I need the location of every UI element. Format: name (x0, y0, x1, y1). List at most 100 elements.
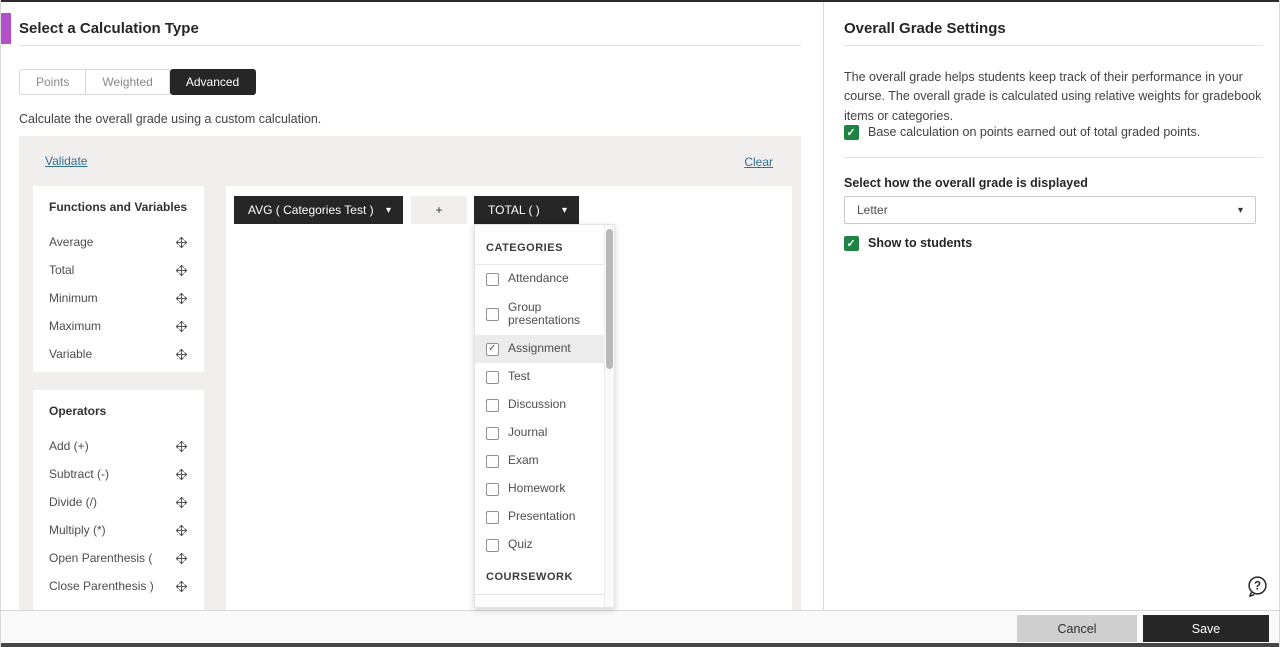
window-top-edge (1, 0, 1279, 2)
option-label: Presentation (508, 509, 576, 524)
operators-panel-title: Operators (49, 404, 107, 418)
select-calculation-type-dialog: Select a Calculation Type Points Weighte… (0, 0, 1280, 647)
checkbox[interactable] (486, 482, 499, 496)
checkbox[interactable] (486, 606, 499, 607)
category-option-journal[interactable]: Journal (475, 419, 605, 447)
checkbox[interactable] (486, 454, 499, 468)
dropdown-section-header-coursework: COURSEWORK (475, 559, 605, 595)
grade-display-select[interactable]: Letter ▾ (844, 196, 1256, 224)
show-to-students-label: Show to students (868, 236, 973, 250)
divider (844, 45, 1263, 46)
option-label: Exam (508, 453, 539, 468)
window-bottom-edge (1, 643, 1279, 647)
category-option-discussion[interactable]: Discussion (475, 391, 605, 419)
move-icon (175, 348, 188, 360)
calculation-description: Calculate the overall grade using a cust… (19, 112, 322, 126)
operator-label: Add (+) (49, 439, 89, 453)
function-label: Average (49, 235, 94, 249)
checkbox[interactable] (486, 272, 499, 286)
function-minimum[interactable]: Minimum (49, 284, 188, 312)
functions-panel-title: Functions and Variables (49, 200, 188, 214)
option-label: Attendance (508, 271, 569, 286)
move-icon (175, 292, 188, 304)
category-option-exam[interactable]: Exam (475, 447, 605, 475)
move-icon (175, 264, 188, 276)
tab-points[interactable]: Points (19, 69, 87, 95)
option-label: Assignment (508, 341, 571, 356)
operator-close-parenthesis[interactable]: Close Parenthesis ) (49, 572, 188, 600)
function-average[interactable]: Average (49, 228, 188, 256)
checkbox[interactable] (486, 538, 499, 552)
operator-label: Close Parenthesis ) (49, 579, 154, 593)
function-label: Minimum (49, 291, 98, 305)
checkbox[interactable] (486, 307, 499, 321)
checkbox-checked[interactable] (844, 236, 859, 251)
overall-grade-settings-title: Overall Grade Settings (844, 20, 1006, 37)
operator-add[interactable]: Add (+) (49, 432, 188, 460)
dropdown-section-header-categories: CATEGORIES (475, 225, 605, 265)
cancel-button[interactable]: Cancel (1017, 615, 1137, 642)
category-option-presentation[interactable]: Presentation (475, 503, 605, 531)
move-icon (175, 236, 188, 248)
dropdown-scrollbar[interactable] (604, 225, 614, 607)
function-variable[interactable]: Variable (49, 340, 188, 368)
function-label: Maximum (49, 319, 102, 333)
base-points-checkbox-row[interactable]: Base calculation on points earned out of… (844, 125, 1264, 140)
clear-link[interactable]: Clear (744, 155, 773, 169)
option-label: Journal (508, 425, 548, 440)
save-button[interactable]: Save (1143, 615, 1269, 642)
function-maximum[interactable]: Maximum (49, 312, 188, 340)
move-icon (175, 320, 188, 332)
checkbox[interactable] (486, 510, 499, 524)
checkbox-checked[interactable] (844, 125, 859, 140)
checkbox[interactable] (486, 370, 499, 384)
option-label: Quiz (508, 537, 533, 552)
category-option-assignment[interactable]: Assignment (475, 335, 605, 363)
move-icon (175, 440, 188, 452)
category-option-attendance[interactable]: Attendance (475, 265, 605, 293)
show-to-students-checkbox-row[interactable]: Show to students (844, 236, 972, 251)
total-chip-label: TOTAL ( ) (488, 203, 540, 217)
panel-divider (823, 2, 824, 610)
checkbox[interactable] (486, 398, 499, 412)
move-icon (175, 552, 188, 564)
scrollbar-thumb[interactable] (606, 229, 613, 369)
operator-multiply[interactable]: Multiply (*) (49, 516, 188, 544)
category-option-homework[interactable]: Homework (475, 475, 605, 503)
move-icon (175, 524, 188, 536)
total-function-chip[interactable]: TOTAL ( ) ▾ (474, 196, 579, 224)
checkbox[interactable] (486, 342, 499, 356)
validate-link[interactable]: Validate (45, 154, 87, 168)
category-option-test[interactable]: Test (475, 363, 605, 391)
chevron-down-icon: ▾ (385, 204, 391, 216)
category-option-group-presentations[interactable]: Group presentations (475, 293, 605, 335)
help-button[interactable]: ? (1244, 575, 1270, 601)
page-title: Select a Calculation Type (19, 20, 199, 37)
overall-grade-description: The overall grade helps students keep tr… (844, 70, 1262, 123)
function-total[interactable]: Total (49, 256, 188, 284)
operator-subtract[interactable]: Subtract (-) (49, 460, 188, 488)
plus-chip-label: + (435, 203, 443, 217)
divider (19, 45, 801, 46)
coursework-option-partial[interactable] (475, 595, 605, 607)
chevron-down-icon: ▾ (561, 204, 567, 216)
tab-weighted[interactable]: Weighted (86, 69, 170, 95)
function-label: Variable (49, 347, 93, 361)
option-label: Group presentations (508, 299, 581, 327)
tab-advanced[interactable]: Advanced (169, 69, 257, 95)
category-option-quiz[interactable]: Quiz (475, 531, 605, 559)
operator-label: Open Parenthesis ( (49, 551, 153, 565)
accent-bar (1, 13, 11, 44)
add-operator-chip[interactable]: + (411, 196, 467, 224)
move-icon (175, 468, 188, 480)
avg-function-chip[interactable]: AVG ( Categories Test ) ▾ (234, 196, 403, 224)
functions-panel: Functions and Variables Average Total Mi… (33, 186, 204, 372)
checkbox[interactable] (486, 426, 499, 440)
display-select-label: Select how the overall grade is displaye… (844, 176, 1088, 190)
action-bar: Cancel Save (1, 610, 1279, 643)
operator-open-parenthesis[interactable]: Open Parenthesis ( (49, 544, 188, 572)
operator-divide[interactable]: Divide (/) (49, 488, 188, 516)
move-icon (175, 580, 188, 592)
calculation-builder: Validate Clear Functions and Variables A… (19, 136, 801, 610)
chevron-down-icon: ▾ (1237, 204, 1243, 216)
